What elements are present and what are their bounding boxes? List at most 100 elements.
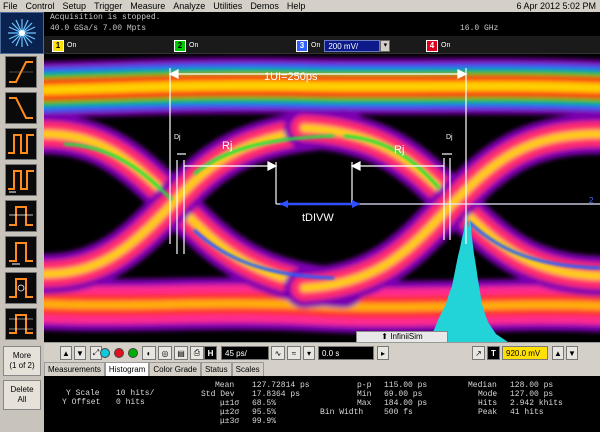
dj-right-label: Dj (446, 134, 453, 141)
marker-toggle-icon[interactable]: ◐ (142, 346, 156, 360)
channel-2[interactable]: 2 On (174, 39, 198, 52)
channel-3[interactable]: 3 On 200 mV/ ▾ (296, 39, 391, 52)
channel-1-number[interactable]: 1 (52, 39, 64, 52)
tab-status[interactable]: Status (200, 362, 232, 376)
sigma1-value: 68.5% (252, 399, 277, 408)
channel-4-number[interactable]: 4 (426, 39, 438, 52)
waveform-display[interactable]: 1UI=250ps Dj Rj Rj Dj tDIVW 2 (44, 54, 600, 342)
mode-value: 127.00 ps (510, 390, 554, 399)
glitch-trigger-icon[interactable] (5, 164, 37, 196)
timeout-trigger-icon[interactable] (5, 272, 37, 304)
y-scale-label: Y Scale (66, 389, 100, 398)
trigger-down-icon[interactable]: ▼ (566, 346, 578, 360)
y-offset-value: 0 hits (116, 398, 145, 407)
menu-trigger[interactable]: Trigger (90, 0, 126, 12)
marker-2-label: 2 (589, 196, 594, 205)
sigma3-value: 99.9% (252, 417, 277, 426)
rj-left-label: Rj (222, 140, 233, 152)
min-value: 69.00 ps (384, 390, 423, 399)
scroll-up-icon[interactable]: ▲ (60, 346, 72, 360)
delete-all-button[interactable]: Delete All (3, 380, 41, 410)
y-scale-value: 10 hits/ (116, 389, 155, 398)
menu-setup[interactable]: Setup (59, 0, 91, 12)
menu-control[interactable]: Control (22, 0, 59, 12)
menu-analyze[interactable]: Analyze (169, 0, 209, 12)
trigger-tool-column: More (1 of 2) Delete All (0, 54, 44, 432)
results-tabs: Measurements Histogram Color Grade Statu… (44, 362, 600, 376)
tab-histogram[interactable]: Histogram (104, 362, 150, 376)
bin-width-value: 500 fs (384, 408, 413, 417)
horizontal-label: H (204, 346, 217, 360)
tab-measurements[interactable]: Measurements (44, 362, 105, 376)
scroll-down-icon[interactable]: ▼ (74, 346, 86, 360)
tab-color-grade[interactable]: Color Grade (149, 362, 201, 376)
infiniisim-tab[interactable]: ⬆ InfiniiSim (356, 331, 448, 342)
rj-right-label: Rj (394, 144, 405, 156)
color-grade-icon[interactable]: ◎ (158, 346, 172, 360)
delay-value[interactable]: 0.0 s (318, 346, 374, 360)
marker-red-icon[interactable] (114, 348, 124, 358)
control-strip: ▲ ▼ ⤢ ◐ ◎ ▤ ⎙ H 45 ps/ ∿ ≈ ▾ 0.0 s ▸ ↗ T… (44, 342, 600, 362)
dj-left-label: Dj (174, 134, 181, 141)
median-value: 128.00 ps (510, 381, 554, 390)
tab-scales[interactable]: Scales (231, 362, 264, 376)
falling-edge-trigger-icon[interactable] (5, 92, 37, 124)
channel-2-number[interactable]: 2 (174, 39, 186, 52)
sigma1-label: μ±1σ (220, 399, 240, 408)
marker-green-icon[interactable] (128, 348, 138, 358)
menu-file[interactable]: File (0, 0, 22, 12)
horizontal-scale-icon[interactable]: ≈ (287, 346, 301, 360)
std-dev-label: Std Dev (201, 390, 235, 399)
save-icon[interactable]: ▤ (174, 346, 188, 360)
pulse-width-trigger-icon[interactable] (5, 128, 37, 160)
hits-value: 2.942 khits (510, 399, 563, 408)
channel-4-state: On (441, 42, 451, 49)
menu-bar: File Control Setup Trigger Measure Analy… (0, 0, 600, 12)
more-button-label: More (1 of 2) (9, 351, 35, 370)
window-trigger-icon[interactable] (5, 308, 37, 340)
channel-4[interactable]: 4 On (426, 39, 450, 52)
timebase-value[interactable]: 45 ps/ (221, 346, 269, 360)
max-value: 184.00 ps (384, 399, 428, 408)
date-time: 6 Apr 2012 5:02 PM (516, 1, 596, 11)
marker-cyan-icon[interactable] (100, 348, 110, 358)
channel-bar: 1 On 2 On 3 On 200 mV/ ▾ 4 On (44, 36, 600, 54)
delete-all-label: Delete All (10, 385, 34, 404)
chevron-down-icon[interactable]: ▾ (380, 39, 391, 52)
menu-help[interactable]: Help (283, 0, 310, 12)
menu-measure[interactable]: Measure (126, 0, 169, 12)
channel-3-scale[interactable]: 200 mV/ (324, 39, 381, 52)
timebase-knob-icon[interactable]: ∿ (271, 346, 285, 360)
trigger-label: T (487, 346, 500, 360)
delay-right-icon[interactable]: ▸ (377, 346, 389, 360)
median-label: Median (468, 381, 497, 390)
unit-interval-label: 1UI=250ps (264, 71, 318, 83)
channel-1[interactable]: 1 On (52, 39, 76, 52)
print-icon[interactable]: ⎙ (190, 346, 204, 360)
delay-left-icon[interactable]: ▾ (303, 346, 315, 360)
trigger-slope-icon[interactable]: ↗ (472, 346, 485, 360)
peak-to-peak-label: p-p (357, 381, 372, 390)
channel-2-state: On (189, 42, 199, 49)
setup-hold-trigger-icon[interactable] (5, 236, 37, 268)
mode-label: Mode (478, 390, 498, 399)
sigma2-label: μ±2σ (220, 408, 240, 417)
channel-3-number[interactable]: 3 (296, 39, 308, 52)
sample-rate: 40.0 GSa/s 7.00 Mpts (50, 24, 147, 33)
more-button[interactable]: More (1 of 2) (3, 346, 41, 376)
mean-label: Mean (215, 381, 235, 390)
bandwidth: 16.0 GHz (460, 24, 499, 33)
rising-edge-trigger-icon[interactable] (5, 56, 37, 88)
y-offset-label: Y Offset (62, 398, 101, 407)
std-dev-value: 17.8364 ps (252, 390, 301, 399)
tdivw-label: tDIVW (302, 212, 334, 224)
menu-utilities[interactable]: Utilities (209, 0, 246, 12)
runt-trigger-icon[interactable] (5, 200, 37, 232)
acquisition-state: Acquisition is stopped. (50, 13, 161, 22)
agilent-logo-icon[interactable] (0, 12, 44, 54)
trigger-up-icon[interactable]: ▲ (552, 346, 564, 360)
trigger-level-value[interactable]: 920.0 mV (502, 346, 548, 360)
menu-demos[interactable]: Demos (246, 0, 283, 12)
sigma3-label: μ±3σ (220, 417, 240, 426)
min-label: Min (357, 390, 372, 399)
